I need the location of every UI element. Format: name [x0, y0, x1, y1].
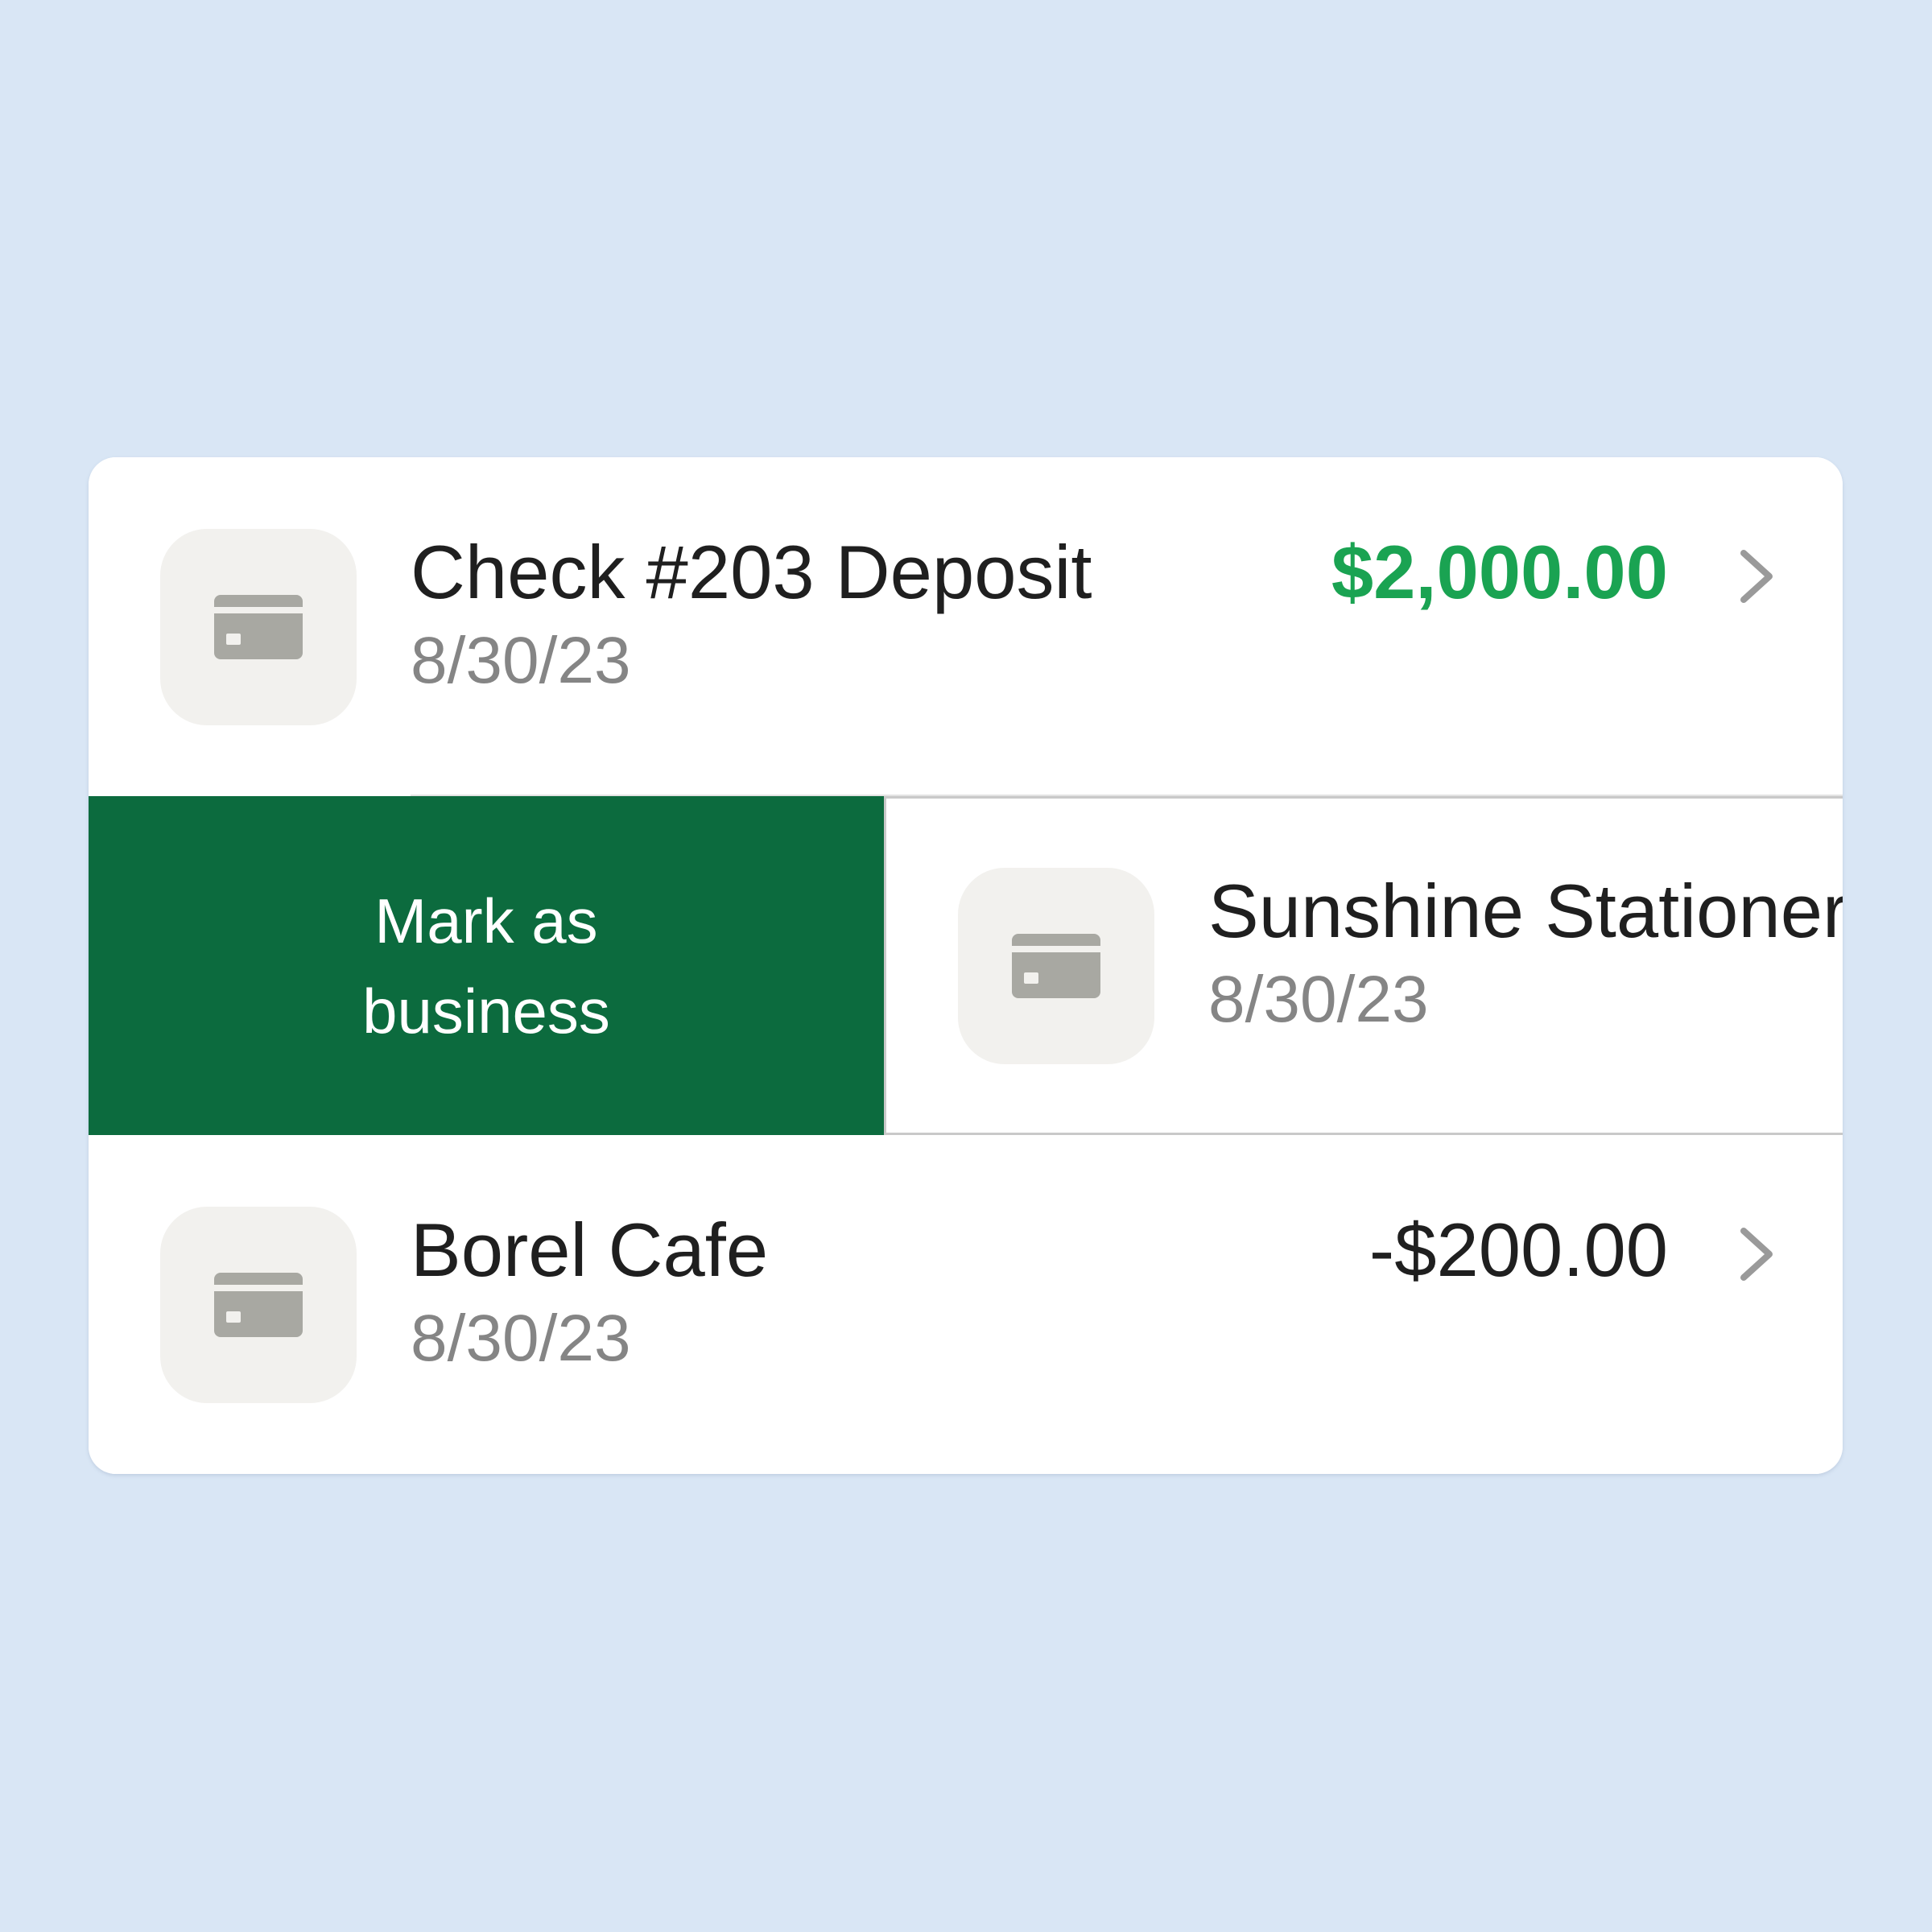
transaction-date: 8/30/23	[411, 1302, 631, 1375]
credit-card-icon	[214, 1273, 303, 1337]
credit-card-icon	[214, 595, 303, 659]
transaction-row[interactable]: Sunshine Stationery 8/30/23	[884, 796, 1843, 1135]
mark-as-business-button[interactable]: Mark as business	[89, 796, 884, 1135]
credit-card-icon	[1012, 934, 1100, 998]
transaction-date: 8/30/23	[1208, 963, 1429, 1036]
mark-as-business-label: Mark as business	[362, 885, 610, 1046]
chevron-right-icon[interactable]	[1737, 548, 1777, 605]
chevron-right-icon[interactable]	[1737, 1226, 1777, 1282]
transaction-row[interactable]: Borel Cafe 8/30/23 -$200.00	[89, 1135, 1843, 1474]
transactions-list-card: Check #203 Deposit 8/30/23 $2,000.00 Mar…	[89, 457, 1843, 1474]
transaction-date: 8/30/23	[411, 624, 631, 697]
transaction-row[interactable]: Check #203 Deposit 8/30/23 $2,000.00	[89, 457, 1843, 796]
transaction-icon-tile	[958, 868, 1154, 1064]
page: { "transactions": [ { "title": "Check #2…	[0, 0, 1932, 1932]
transaction-title: Check #203 Deposit	[411, 530, 1092, 614]
transaction-title: Borel Cafe	[411, 1208, 769, 1292]
transaction-amount: -$200.00	[1368, 1208, 1668, 1292]
transaction-amount: $2,000.00	[1331, 530, 1668, 614]
transaction-icon-tile	[160, 1207, 357, 1403]
swiped-transaction-row[interactable]: Mark as business Sunshine Stationery 8/3…	[89, 796, 1843, 1135]
transaction-icon-tile	[160, 529, 357, 725]
transaction-title: Sunshine Stationery	[1208, 869, 1843, 953]
